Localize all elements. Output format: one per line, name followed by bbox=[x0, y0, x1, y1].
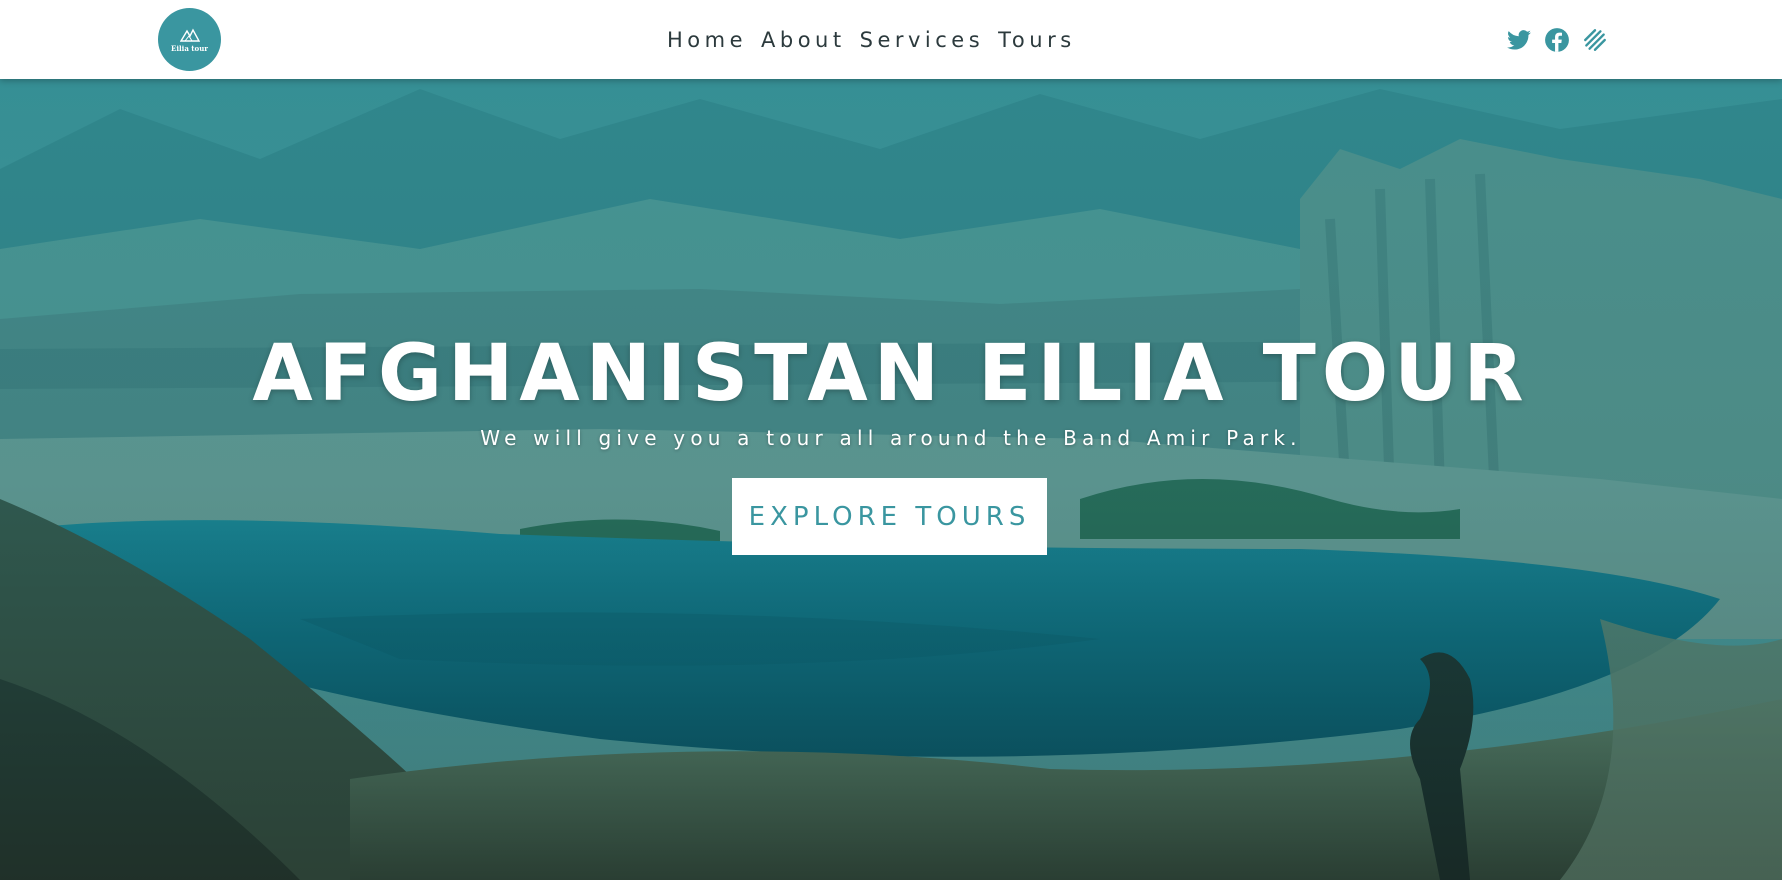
facebook-icon[interactable] bbox=[1544, 27, 1570, 53]
nav-home[interactable]: Home bbox=[667, 28, 747, 52]
social-links bbox=[1506, 27, 1608, 53]
logo[interactable]: Eilia tour bbox=[158, 8, 221, 71]
mountain-icon bbox=[179, 28, 200, 42]
main-nav: Home About Services Tours bbox=[667, 24, 1090, 56]
site-header: Eilia tour Home About Services Tours bbox=[0, 0, 1782, 79]
stripe-link-icon[interactable] bbox=[1582, 27, 1608, 53]
hero-subtitle: We will give you a tour all around the B… bbox=[480, 426, 1302, 450]
nav-services[interactable]: Services bbox=[860, 28, 985, 52]
hero-title: AFGHANISTAN EILIA TOUR bbox=[252, 329, 1530, 419]
nav-tours[interactable]: Tours bbox=[998, 28, 1076, 52]
hero-section: AFGHANISTAN EILIA TOUR We will give you … bbox=[0, 79, 1782, 880]
explore-tours-button[interactable]: EXPLORE TOURS bbox=[732, 478, 1047, 555]
twitter-icon[interactable] bbox=[1506, 27, 1532, 53]
logo-text: Eilia tour bbox=[171, 44, 208, 53]
nav-about[interactable]: About bbox=[761, 28, 846, 52]
